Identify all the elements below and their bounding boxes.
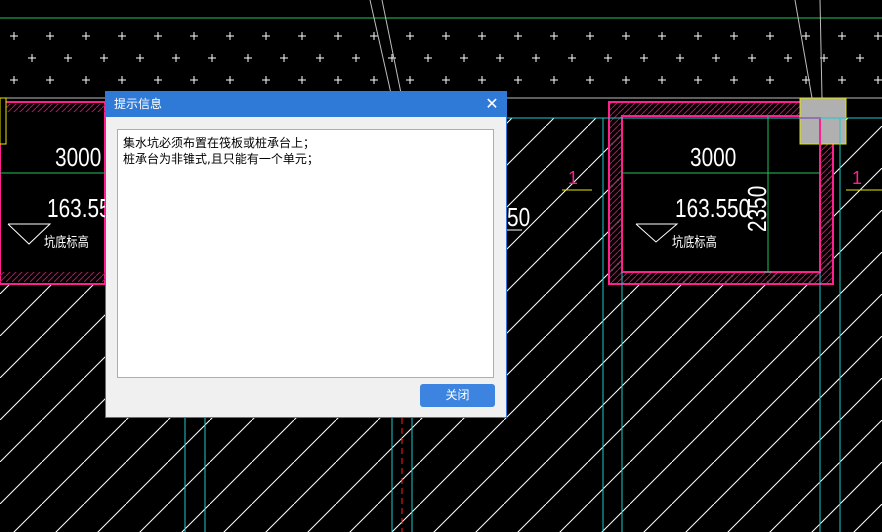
section-mark-right: 1 [852, 168, 862, 188]
dialog-title: 提示信息 [114, 97, 163, 111]
message-line-1: 集水坑必须布置在筏板或桩承台上； [123, 136, 316, 150]
close-icon[interactable]: ✕ [484, 92, 500, 117]
section-mark-left: 1 [568, 168, 578, 188]
close-button[interactable]: 关闭 [420, 384, 495, 407]
left-pit-elevation-label: 163.55 [47, 193, 111, 223]
left-pit [0, 97, 106, 285]
message-textbox[interactable]: 集水坑必须布置在筏板或桩承台上； 桩承台为非锥式,且只能有一个单元； [117, 129, 494, 378]
left-pit-note: 坑底标高 [44, 234, 89, 250]
right-pit-depth-label: 2350 [742, 185, 772, 232]
dialog-title-bar[interactable]: 提示信息 ✕ [106, 92, 506, 117]
message-line-2: 桩承台为非锥式,且只能有一个单元； [123, 152, 319, 166]
partial-dimension-label: 50 [507, 202, 531, 232]
right-pit-note: 坑底标高 [672, 234, 717, 250]
upper-grid-band [10, 32, 882, 84]
message-dialog: 提示信息 ✕ 集水坑必须布置在筏板或桩承台上； 桩承台为非锥式,且只能有一个单元… [105, 91, 507, 418]
left-pit-width-label: 3000 [55, 142, 102, 172]
right-pit-elevation-label: 163.550 [675, 193, 751, 223]
right-pit [608, 97, 847, 285]
right-pit-width-label: 3000 [690, 142, 737, 172]
